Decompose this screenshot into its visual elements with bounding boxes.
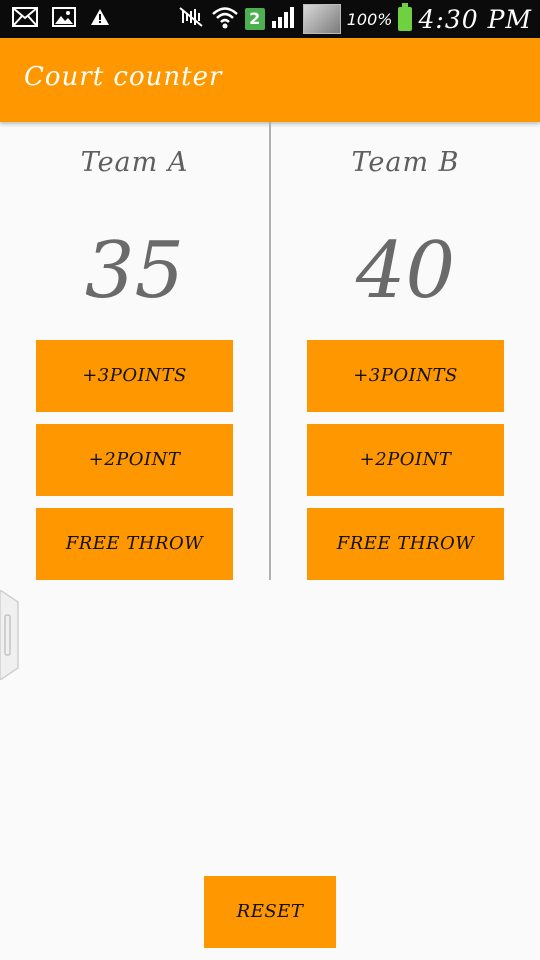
team-b-score: 40 [355, 226, 456, 316]
team-a-score: 35 [84, 226, 185, 316]
network-status-icon [302, 4, 341, 34]
team-b-free-throw-button[interactable]: FREE THROW [307, 508, 504, 580]
status-time: 4:30 PM [418, 4, 532, 34]
mail-icon [12, 7, 38, 31]
team-b-plus-two-button[interactable]: +2POINT [307, 424, 504, 496]
battery-icon [398, 3, 413, 31]
team-divider [269, 122, 271, 580]
team-b-name: Team B [351, 147, 460, 178]
edge-drawer-handle[interactable] [0, 589, 20, 681]
system-icons: 2 100% 4:30 PM [177, 3, 532, 35]
wifi-icon [211, 5, 239, 33]
battery-percent: 100% [346, 9, 393, 29]
app-bar: Court counter [0, 38, 540, 122]
team-a-plus-two-button[interactable]: +2POINT [36, 424, 233, 496]
sim-2-icon: 2 [244, 8, 265, 30]
team-a-free-throw-button[interactable]: FREE THROW [36, 508, 233, 580]
mute-icon [177, 5, 205, 33]
signal-icon [271, 5, 297, 33]
image-icon [52, 7, 76, 31]
warning-icon [90, 8, 110, 30]
notification-icons [12, 7, 110, 31]
team-a-name: Team A [80, 147, 189, 178]
reset-button[interactable]: RESET [204, 876, 336, 948]
app-title: Court counter [24, 62, 223, 92]
team-b-plus-three-button[interactable]: +3POINTS [307, 340, 504, 412]
status-bar: 2 100% 4:30 PM [0, 0, 540, 38]
team-a-plus-three-button[interactable]: +3POINTS [36, 340, 233, 412]
